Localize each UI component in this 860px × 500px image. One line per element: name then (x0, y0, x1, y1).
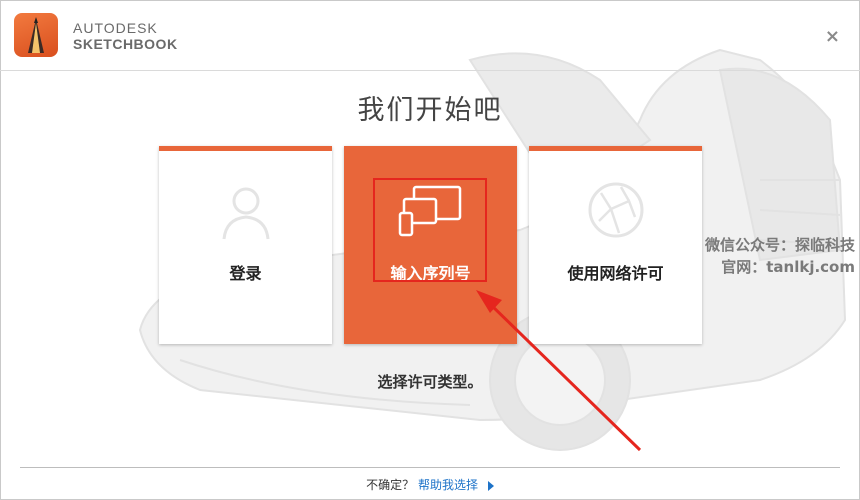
devices-icon (398, 185, 461, 237)
play-arrow-icon[interactable] (487, 480, 494, 491)
header: AUTODESK SKETCHBOOK × (0, 0, 860, 70)
brand-line-1: AUTODESK (73, 20, 158, 36)
brand-line-2: SKETCHBOOK (73, 36, 178, 52)
footer-divider (20, 467, 840, 468)
footer: 不确定？ 帮助我选择 (0, 476, 860, 493)
header-divider (0, 70, 860, 71)
sign-in-card[interactable]: 登录 (159, 146, 332, 344)
footer-question: 不确定？ (366, 478, 415, 492)
sign-in-label: 登录 (229, 264, 262, 283)
page-title: 我们开始吧 (357, 95, 503, 126)
enter-serial-label: 输入序列号 (390, 264, 471, 283)
license-type-hint: 选择许可类型。 (377, 373, 483, 391)
close-button[interactable]: × (825, 26, 840, 47)
watermark-line-2: 官网：tanlkj.com (721, 258, 855, 276)
sketchbook-logo-icon (14, 13, 58, 57)
pencil-icon (28, 17, 44, 53)
globe-network-icon (588, 182, 643, 238)
help-me-choose-link[interactable]: 帮助我选择 (418, 478, 478, 492)
network-license-label: 使用网络许可 (567, 264, 664, 283)
user-icon (222, 187, 269, 240)
enter-serial-card[interactable]: 输入序列号 (344, 146, 517, 344)
network-license-card[interactable]: 使用网络许可 (529, 146, 702, 344)
watermark-line-1: 微信公众号：探临科技 (704, 236, 855, 254)
